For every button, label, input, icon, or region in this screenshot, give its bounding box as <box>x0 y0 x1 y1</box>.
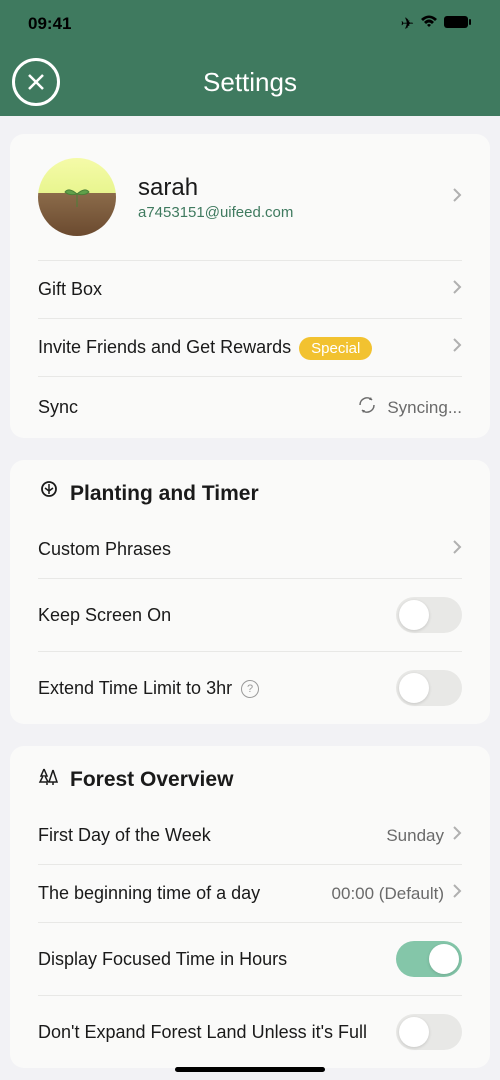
planting-card: Planting and Timer Custom Phrases Keep S… <box>10 460 490 724</box>
forest-card: Forest Overview First Day of the Week Su… <box>10 746 490 1068</box>
dont-expand-row: Don't Expand Forest Land Unless it's Ful… <box>38 996 462 1068</box>
profile-info: sarah a7453151@uifeed.com <box>138 174 452 221</box>
page-title: Settings <box>203 67 297 98</box>
sync-row[interactable]: Sync Syncing... <box>38 377 462 438</box>
giftbox-row[interactable]: Gift Box <box>38 261 462 319</box>
airplane-icon: ✈ <box>401 14 414 34</box>
chevron-right-icon <box>452 279 462 300</box>
status-bar: 09:41 ✈ <box>0 0 500 48</box>
chevron-right-icon <box>452 187 462 208</box>
invite-row[interactable]: Invite Friends and Get RewardsSpecial <box>38 319 462 377</box>
home-indicator[interactable] <box>175 1067 325 1072</box>
header: Settings <box>0 48 500 116</box>
special-badge: Special <box>299 337 372 360</box>
first-day-label: First Day of the Week <box>38 825 386 846</box>
keep-screen-label: Keep Screen On <box>38 605 396 626</box>
close-icon <box>25 71 47 93</box>
extend-time-label: Extend Time Limit to 3hr ? <box>38 678 396 699</box>
first-day-row[interactable]: First Day of the Week Sunday <box>38 807 462 865</box>
chevron-right-icon <box>452 337 462 358</box>
status-icons: ✈ <box>401 14 472 34</box>
sync-label: Sync <box>38 397 357 418</box>
battery-icon <box>444 15 472 34</box>
tree-icon <box>38 480 60 507</box>
begin-time-row[interactable]: The beginning time of a day 00:00 (Defau… <box>38 865 462 923</box>
begin-time-label: The beginning time of a day <box>38 883 332 904</box>
chevron-right-icon <box>452 539 462 560</box>
chevron-right-icon <box>452 883 462 904</box>
sprout-icon <box>57 182 97 212</box>
first-day-value: Sunday <box>386 826 444 846</box>
dont-expand-toggle[interactable] <box>396 1014 462 1050</box>
begin-time-value: 00:00 (Default) <box>332 884 444 904</box>
forest-title: Forest Overview <box>70 768 233 792</box>
keep-screen-row: Keep Screen On <box>38 579 462 652</box>
invite-label: Invite Friends and Get RewardsSpecial <box>38 337 452 358</box>
profile-email: a7453151@uifeed.com <box>138 204 452 221</box>
custom-phrases-label: Custom Phrases <box>38 539 452 560</box>
planting-title: Planting and Timer <box>70 482 259 506</box>
extend-time-toggle[interactable] <box>396 670 462 706</box>
custom-phrases-row[interactable]: Custom Phrases <box>38 521 462 579</box>
sync-status: Syncing... <box>387 398 462 418</box>
wifi-icon <box>420 15 438 34</box>
avatar <box>38 158 116 236</box>
profile-row[interactable]: sarah a7453151@uifeed.com <box>38 134 462 261</box>
close-button[interactable] <box>12 58 60 106</box>
display-hours-toggle[interactable] <box>396 941 462 977</box>
chevron-right-icon <box>452 825 462 846</box>
sync-icon <box>357 395 377 420</box>
planting-header: Planting and Timer <box>38 460 462 521</box>
account-card: sarah a7453151@uifeed.com Gift Box Invit… <box>10 134 490 438</box>
extend-time-row: Extend Time Limit to 3hr ? <box>38 652 462 724</box>
dont-expand-label: Don't Expand Forest Land Unless it's Ful… <box>38 1022 396 1043</box>
help-icon[interactable]: ? <box>241 680 259 698</box>
giftbox-label: Gift Box <box>38 279 452 300</box>
display-hours-label: Display Focused Time in Hours <box>38 949 396 970</box>
forest-icon <box>38 766 60 793</box>
display-hours-row: Display Focused Time in Hours <box>38 923 462 996</box>
forest-header: Forest Overview <box>38 746 462 807</box>
status-time: 09:41 <box>28 14 71 34</box>
profile-name: sarah <box>138 174 452 202</box>
keep-screen-toggle[interactable] <box>396 597 462 633</box>
